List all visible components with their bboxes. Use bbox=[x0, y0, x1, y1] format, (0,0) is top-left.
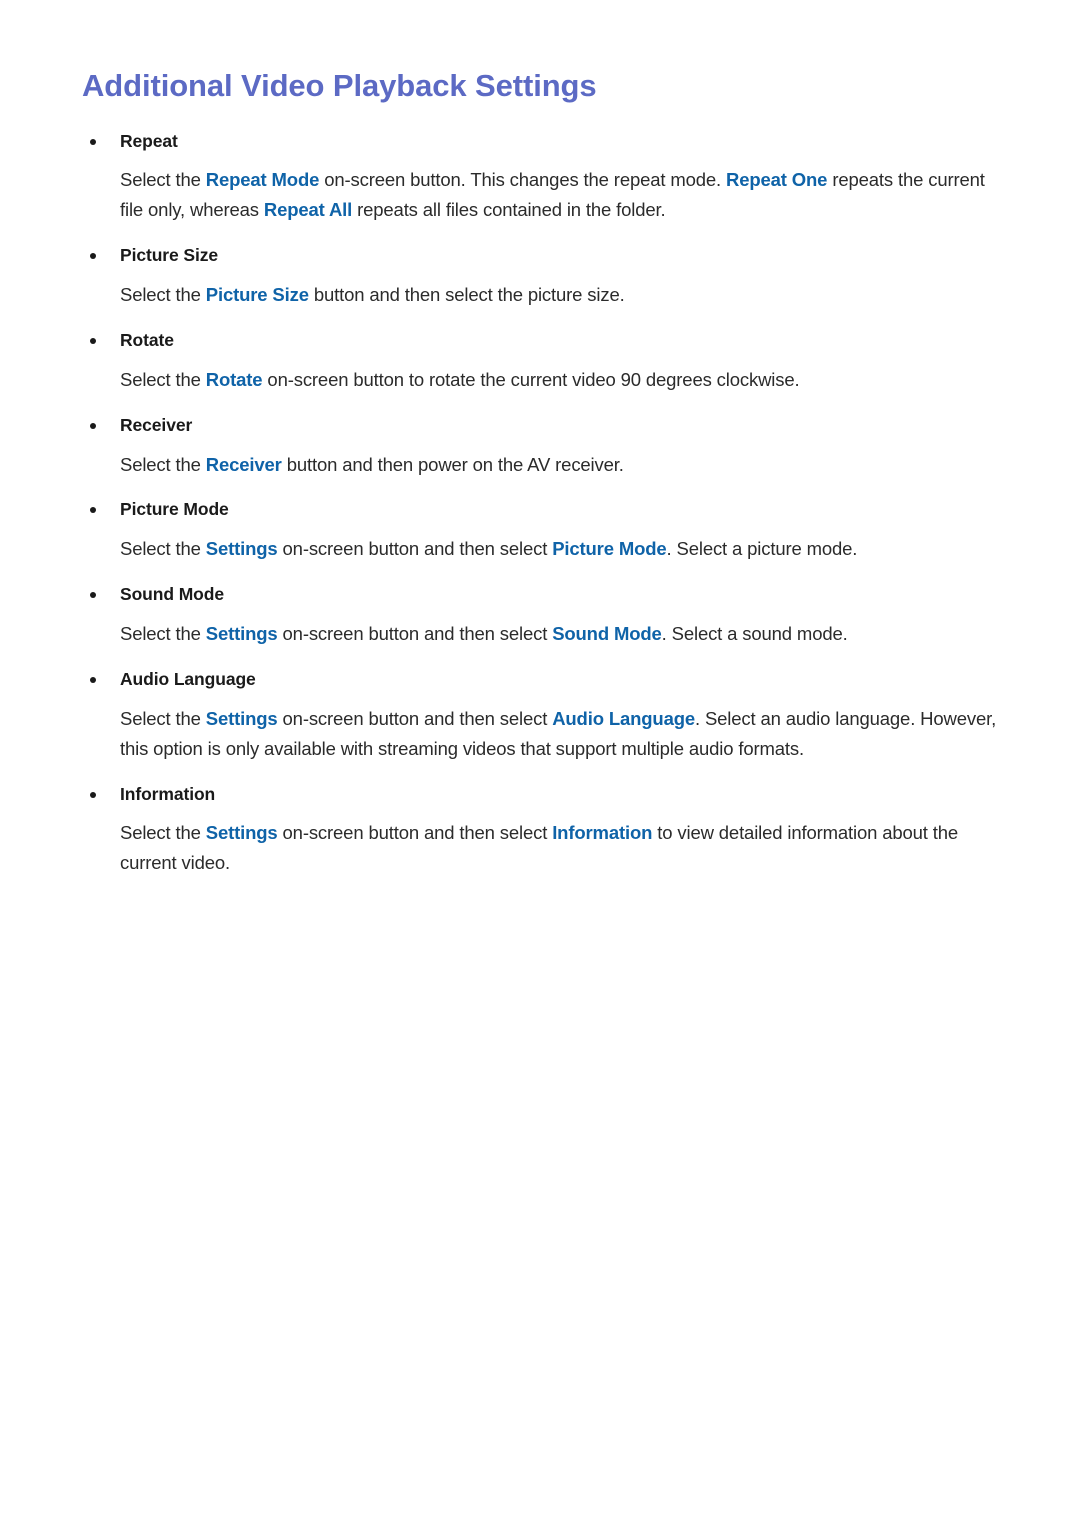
description-text: on-screen button. This changes the repea… bbox=[319, 169, 727, 191]
settings-list: Repeat Select the Repeat Mode on-screen b… bbox=[82, 130, 1008, 879]
ui-term: Sound Mode bbox=[552, 622, 662, 644]
ui-term: Repeat Mode bbox=[205, 169, 320, 191]
setting-label: Audio Language bbox=[120, 668, 256, 689]
list-item: Picture Mode Select the Settings on-scree… bbox=[82, 498, 1008, 564]
description-text: on-screen button and then select bbox=[277, 822, 553, 844]
setting-heading: Information bbox=[82, 783, 1008, 806]
setting-label: Receiver bbox=[120, 414, 193, 435]
document-page: Additional Video Playback Settings Repea… bbox=[0, 0, 1080, 1527]
setting-description: Select the Settings on-screen button and… bbox=[82, 818, 1008, 878]
description-text: Select the bbox=[120, 538, 206, 560]
setting-heading: Picture Size bbox=[82, 244, 1008, 267]
setting-description: Select the Receiver button and then powe… bbox=[82, 450, 1008, 480]
list-item: Audio Language Select the Settings on-scr… bbox=[82, 668, 1008, 764]
document-content: Additional Video Playback Settings Repea… bbox=[82, 68, 1008, 897]
description-text: Select the bbox=[120, 453, 206, 475]
setting-label: Picture Size bbox=[120, 245, 219, 266]
list-item: Repeat Select the Repeat Mode on-screen b… bbox=[82, 130, 1008, 226]
description-text: Select the bbox=[120, 169, 206, 191]
setting-heading: Receiver bbox=[82, 414, 1008, 437]
description-text: Select the bbox=[120, 368, 206, 390]
ui-term: Repeat One bbox=[726, 169, 828, 191]
description-text: on-screen button and then select bbox=[277, 538, 553, 560]
description-text: button and then power on the AV receiver… bbox=[281, 453, 624, 475]
bullet-dot-icon bbox=[90, 338, 96, 345]
setting-description: Select the Settings on-screen button and… bbox=[82, 534, 1008, 564]
bullet-dot-icon bbox=[90, 253, 96, 260]
description-text: . Select a picture mode. bbox=[666, 538, 858, 560]
setting-description: Select the Repeat Mode on-screen button.… bbox=[82, 165, 1008, 225]
description-text: on-screen button to rotate the current v… bbox=[262, 368, 800, 390]
bullet-dot-icon bbox=[90, 138, 96, 145]
setting-heading: Repeat bbox=[82, 130, 1008, 153]
list-item: Picture Size Select the Picture Size butt… bbox=[82, 244, 1008, 310]
description-text: button and then select the picture size. bbox=[308, 284, 625, 306]
page-title: Additional Video Playback Settings bbox=[82, 68, 597, 103]
bullet-dot-icon bbox=[90, 507, 96, 514]
list-item: Information Select the Settings on-screen… bbox=[82, 783, 1008, 879]
ui-term: Information bbox=[552, 822, 653, 844]
bullet-dot-icon bbox=[90, 422, 96, 429]
list-item: Rotate Select the Rotate on-screen button… bbox=[82, 329, 1008, 395]
setting-description: Select the Settings on-screen button and… bbox=[82, 619, 1008, 649]
ui-term: Picture Size bbox=[205, 284, 309, 306]
setting-label: Picture Mode bbox=[120, 499, 229, 520]
description-text: on-screen button and then select bbox=[277, 622, 553, 644]
list-item: Sound Mode Select the Settings on-screen … bbox=[82, 583, 1008, 649]
ui-term: Picture Mode bbox=[552, 538, 667, 560]
ui-term: Audio Language bbox=[552, 707, 695, 729]
setting-description: Select the Rotate on-screen button to ro… bbox=[82, 365, 1008, 395]
description-text: . Select a sound mode. bbox=[661, 622, 848, 644]
setting-heading: Sound Mode bbox=[82, 583, 1008, 606]
list-item: Receiver Select the Receiver button and t… bbox=[82, 414, 1008, 480]
setting-heading: Picture Mode bbox=[82, 498, 1008, 521]
setting-label: Rotate bbox=[120, 330, 174, 351]
setting-label: Repeat bbox=[120, 130, 178, 151]
setting-description: Select the Settings on-screen button and… bbox=[82, 704, 1008, 764]
bullet-dot-icon bbox=[90, 791, 96, 798]
bullet-dot-icon bbox=[90, 592, 96, 599]
setting-description: Select the Picture Size button and then … bbox=[82, 280, 1008, 310]
ui-term: Rotate bbox=[205, 368, 263, 390]
description-text: on-screen button and then select bbox=[277, 707, 553, 729]
setting-label: Sound Mode bbox=[120, 584, 224, 605]
ui-term: Repeat All bbox=[263, 199, 353, 221]
description-text: repeats all files contained in the folde… bbox=[352, 199, 666, 221]
description-text: Select the bbox=[120, 284, 206, 306]
setting-label: Information bbox=[120, 783, 216, 804]
ui-term: Settings bbox=[205, 538, 278, 560]
setting-heading: Audio Language bbox=[82, 668, 1008, 691]
ui-term: Settings bbox=[205, 622, 278, 644]
description-text: Select the bbox=[120, 822, 206, 844]
setting-heading: Rotate bbox=[82, 329, 1008, 352]
ui-term: Receiver bbox=[205, 453, 282, 475]
ui-term: Settings bbox=[205, 822, 278, 844]
ui-term: Settings bbox=[205, 707, 278, 729]
description-text: Select the bbox=[120, 622, 206, 644]
description-text: Select the bbox=[120, 707, 206, 729]
bullet-dot-icon bbox=[90, 676, 96, 683]
